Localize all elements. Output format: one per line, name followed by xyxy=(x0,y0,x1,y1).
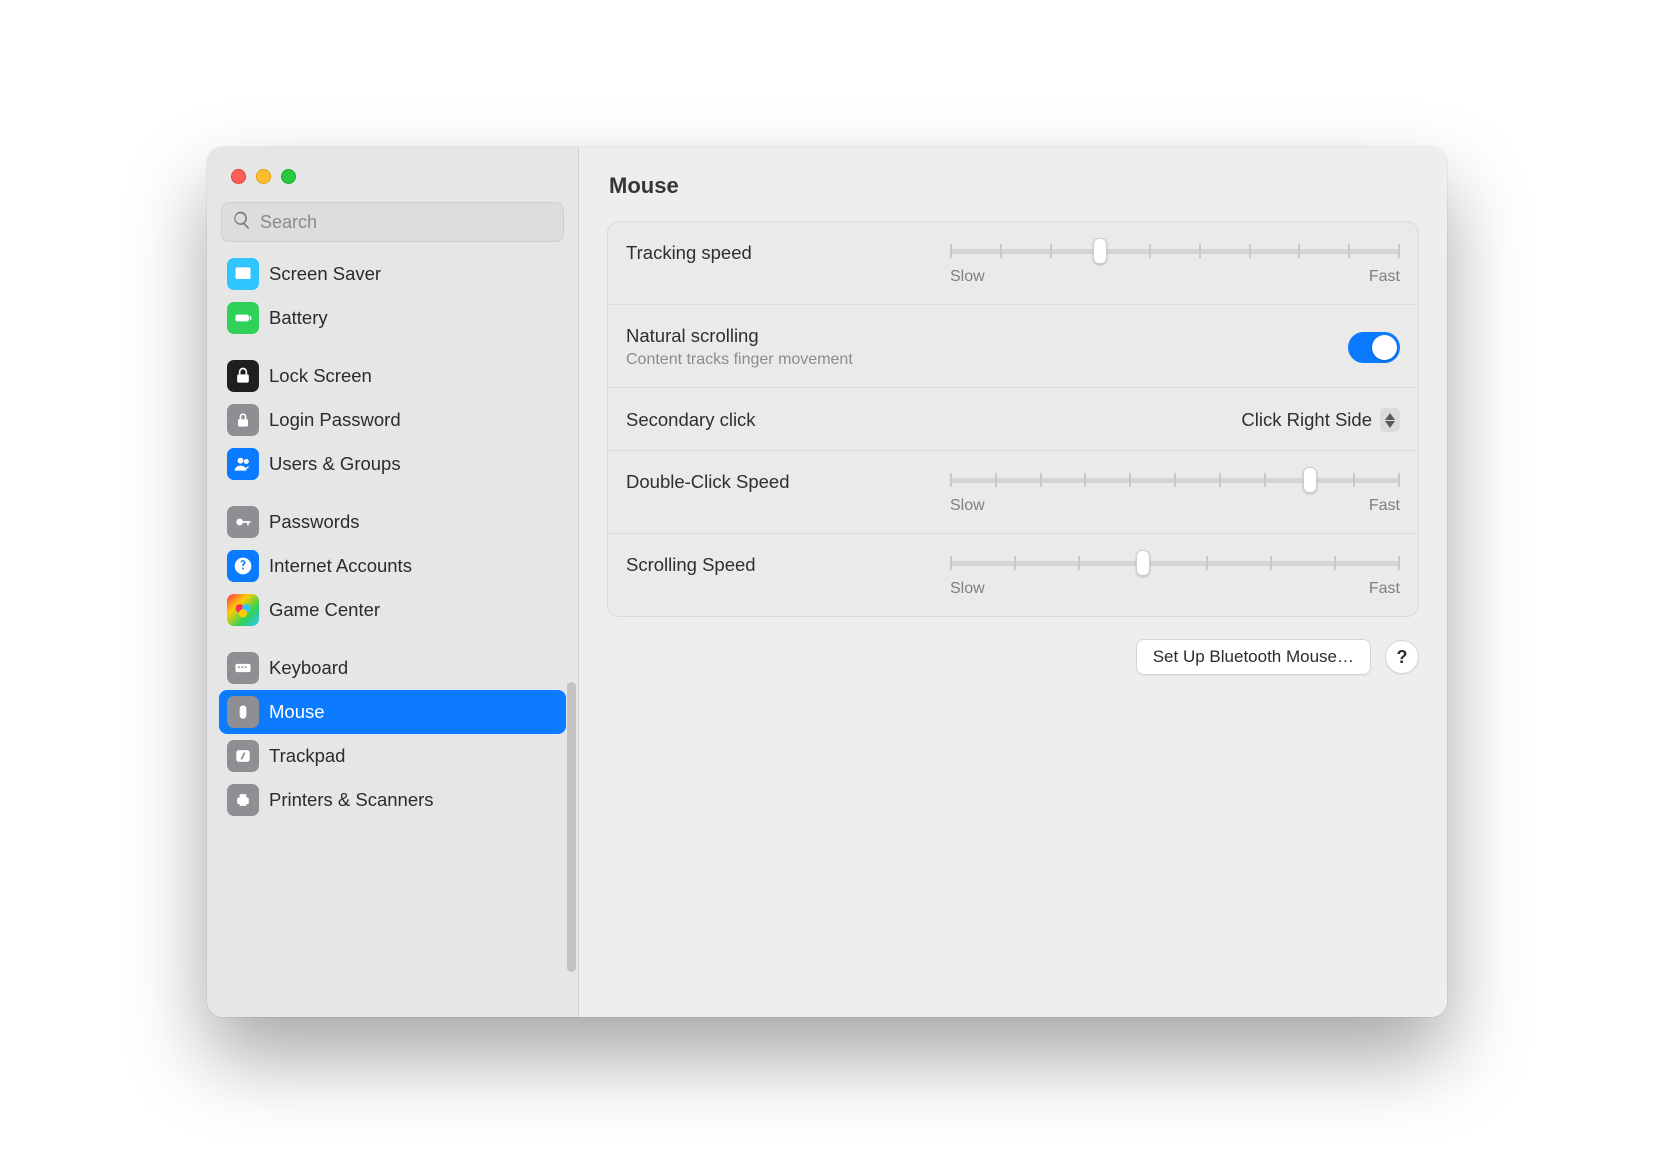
row-double-click-speed: Double-Click Speed Slow Fast xyxy=(608,451,1418,534)
sidebar-item-lock-screen[interactable]: Lock Screen xyxy=(219,354,566,398)
natural-scrolling-toggle[interactable] xyxy=(1348,332,1400,363)
setup-bluetooth-mouse-button[interactable]: Set Up Bluetooth Mouse… xyxy=(1136,639,1371,675)
sidebar-item-label: Printers & Scanners xyxy=(269,789,434,811)
sidebar-item-screen-saver[interactable]: Screen Saver xyxy=(219,252,566,296)
sidebar-item-label: Screen Saver xyxy=(269,263,381,285)
passwords-icon xyxy=(227,506,259,538)
search-input[interactable] xyxy=(260,212,553,233)
content-pane: Mouse Tracking speed Slow Fast Natural sc… xyxy=(579,147,1447,1017)
keyboard-icon xyxy=(227,652,259,684)
row-tracking-speed: Tracking speed Slow Fast xyxy=(608,222,1418,305)
system-settings-window: Screen Saver Battery Lock Screen Login Pass… xyxy=(207,147,1447,1017)
sidebar-item-passwords[interactable]: Passwords xyxy=(219,500,566,544)
sidebar-scrollbar-thumb[interactable] xyxy=(567,682,576,972)
sidebar-item-label: Lock Screen xyxy=(269,365,372,387)
sidebar-item-mouse[interactable]: Mouse xyxy=(219,690,566,734)
sidebar-item-printers-scanners[interactable]: Printers & Scanners xyxy=(219,778,566,822)
natural-scrolling-sublabel: Content tracks finger movement xyxy=(626,351,1328,369)
natural-scrolling-label: Natural scrolling xyxy=(626,325,1328,347)
internet-accounts-icon xyxy=(227,550,259,582)
double-click-speed-slider[interactable]: Slow Fast xyxy=(950,471,1400,515)
mouse-icon xyxy=(227,696,259,728)
slider-thumb[interactable] xyxy=(1136,550,1150,576)
scrolling-speed-slider[interactable]: Slow Fast xyxy=(950,554,1400,598)
sidebar-item-label: Mouse xyxy=(269,701,325,723)
tracking-speed-slider[interactable]: Slow Fast xyxy=(950,242,1400,286)
sidebar-item-label: Keyboard xyxy=(269,657,348,679)
search-field[interactable] xyxy=(221,202,564,242)
login-password-icon xyxy=(227,404,259,436)
scrolling-speed-label: Scrolling Speed xyxy=(626,554,930,576)
sidebar-scroll[interactable]: Screen Saver Battery Lock Screen Login Pass… xyxy=(207,252,578,1017)
game-center-icon xyxy=(227,594,259,626)
minimize-window-button[interactable] xyxy=(256,169,271,184)
users-groups-icon xyxy=(227,448,259,480)
slider-max-label: Fast xyxy=(1369,497,1400,515)
screen-saver-icon xyxy=(227,258,259,290)
slider-max-label: Fast xyxy=(1369,580,1400,598)
footer-buttons: Set Up Bluetooth Mouse… ? xyxy=(607,639,1419,675)
secondary-click-label: Secondary click xyxy=(626,409,1221,431)
search-icon xyxy=(232,210,252,235)
row-scrolling-speed: Scrolling Speed Slow Fast xyxy=(608,534,1418,616)
secondary-click-value: Click Right Side xyxy=(1241,409,1372,431)
sidebar-item-label: Internet Accounts xyxy=(269,555,412,577)
row-secondary-click: Secondary click Click Right Side xyxy=(608,388,1418,451)
sidebar: Screen Saver Battery Lock Screen Login Pass… xyxy=(207,147,579,1017)
slider-min-label: Slow xyxy=(950,497,985,515)
trackpad-icon xyxy=(227,740,259,772)
row-natural-scrolling: Natural scrolling Content tracks finger … xyxy=(608,305,1418,388)
tracking-speed-label: Tracking speed xyxy=(626,242,930,264)
sidebar-item-internet-accounts[interactable]: Internet Accounts xyxy=(219,544,566,588)
slider-max-label: Fast xyxy=(1369,268,1400,286)
updown-icon xyxy=(1380,408,1400,432)
sidebar-item-battery[interactable]: Battery xyxy=(219,296,566,340)
sidebar-item-label: Login Password xyxy=(269,409,401,431)
sidebar-item-label: Game Center xyxy=(269,599,380,621)
sidebar-item-trackpad[interactable]: Trackpad xyxy=(219,734,566,778)
battery-icon xyxy=(227,302,259,334)
sidebar-item-game-center[interactable]: Game Center xyxy=(219,588,566,632)
sidebar-item-label: Users & Groups xyxy=(269,453,401,475)
secondary-click-dropdown[interactable]: Click Right Side xyxy=(1241,408,1400,432)
sidebar-item-label: Battery xyxy=(269,307,328,329)
double-click-speed-label: Double-Click Speed xyxy=(626,471,930,493)
sidebar-item-label: Trackpad xyxy=(269,745,345,767)
settings-panel: Tracking speed Slow Fast Natural scrollin… xyxy=(607,221,1419,617)
lock-screen-icon xyxy=(227,360,259,392)
slider-min-label: Slow xyxy=(950,580,985,598)
sidebar-item-users-groups[interactable]: Users & Groups xyxy=(219,442,566,486)
printers-scanners-icon xyxy=(227,784,259,816)
sidebar-item-login-password[interactable]: Login Password xyxy=(219,398,566,442)
slider-thumb[interactable] xyxy=(1093,238,1107,264)
sidebar-item-keyboard[interactable]: Keyboard xyxy=(219,646,566,690)
slider-min-label: Slow xyxy=(950,268,985,286)
slider-thumb[interactable] xyxy=(1303,467,1317,493)
window-controls xyxy=(207,147,578,184)
close-window-button[interactable] xyxy=(231,169,246,184)
sidebar-item-label: Passwords xyxy=(269,511,359,533)
page-title: Mouse xyxy=(609,173,1417,199)
maximize-window-button[interactable] xyxy=(281,169,296,184)
help-button[interactable]: ? xyxy=(1385,640,1419,674)
